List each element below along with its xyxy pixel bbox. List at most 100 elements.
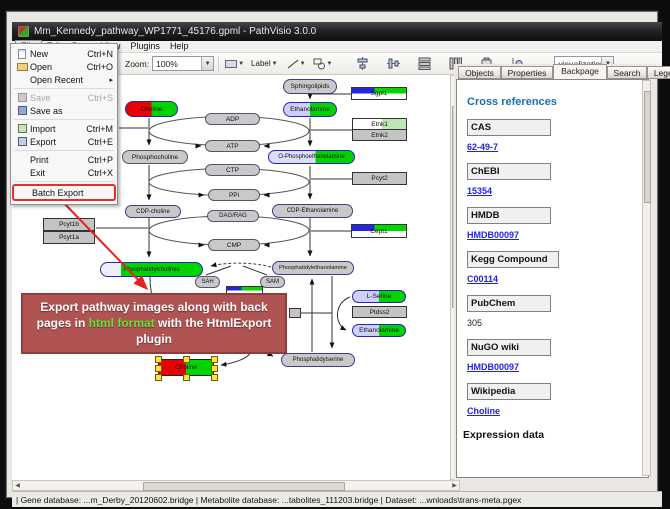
section-header: ChEBI (467, 163, 551, 180)
line-icon (287, 58, 299, 70)
node-phosphatidylethanolamine[interactable]: Phosphatidylethanolamine (272, 261, 354, 275)
scrollbar-thumb[interactable] (644, 91, 651, 203)
section-header: CAS (467, 119, 551, 136)
panel-scrollbar[interactable] (642, 80, 651, 476)
tab-objects[interactable]: Objects (458, 66, 501, 79)
save-icon (18, 93, 27, 102)
align-middle-icon (387, 57, 400, 70)
align-middle-button[interactable] (383, 54, 403, 74)
selection-handle[interactable] (183, 356, 190, 363)
node-sam[interactable]: SAM (260, 276, 285, 288)
expression-data-heading: Expression data (463, 429, 648, 441)
menu-item-open-recent[interactable]: Open Recent ▸ (12, 73, 116, 86)
selection-handle[interactable] (211, 365, 218, 372)
backpage-section-nugo: NuGO wiki HMDB00097 (467, 339, 648, 372)
menu-plugins[interactable]: Plugins (125, 41, 165, 52)
cross-reference-link[interactable]: Choline (467, 406, 648, 416)
node-cmp[interactable]: CMP (208, 239, 260, 251)
node-sphingolipids[interactable]: Sphingolipids (283, 79, 337, 94)
node-dag[interactable]: DAG/RAG (207, 210, 259, 222)
tab-search[interactable]: Search (607, 66, 647, 79)
backpage-section-pubchem: PubChem 305 (467, 295, 648, 328)
label-tool-button[interactable]: Label ▼ (250, 54, 279, 74)
selection-handle[interactable] (155, 374, 162, 381)
gene-box-partial[interactable] (289, 308, 301, 318)
import-icon (18, 124, 27, 133)
scrollbar-thumb[interactable] (143, 482, 345, 491)
cross-reference-link[interactable]: 15354 (467, 186, 648, 196)
datanode-tool-button[interactable]: ▼ (224, 54, 245, 74)
menu-item-exit[interactable]: Exit Ctrl+X (12, 166, 116, 179)
node-phosphatidylcholines[interactable]: Phosphatidylcholines (100, 262, 203, 277)
node-choline[interactable]: Choline (125, 101, 178, 117)
backpage-panel: Cross references CAS 62-49-7 ChEBI 15354… (456, 79, 649, 478)
menu-item-batch-export[interactable]: Batch Export (14, 186, 114, 199)
node-o-phosphoethanolamine[interactable]: O-Phosphoethanolamine (268, 150, 355, 164)
gene-etnk2[interactable]: Etnk2 (352, 129, 407, 141)
menu-help[interactable]: Help (165, 41, 194, 52)
open-folder-icon (17, 63, 28, 71)
zoom-label: Zoom: (125, 59, 149, 69)
node-phosphocholine[interactable]: Phosphocholine (122, 150, 188, 164)
stack-rows-icon (418, 57, 431, 70)
gene-pcyt2[interactable]: Pcyt2 (352, 172, 407, 185)
cross-reference-link[interactable]: HMDB00097 (467, 362, 648, 372)
node-cdp-ethanolamine[interactable]: CDP-Ethanolamine (272, 204, 353, 218)
node-cdp-choline[interactable]: CDP-choline (125, 205, 181, 218)
backpage-section-kegg: Kegg Compound C00114 (467, 251, 648, 284)
tab-properties[interactable]: Properties (501, 66, 553, 79)
scroll-right-icon[interactable]: ▶ (450, 482, 459, 491)
chevron-down-icon: ▼ (327, 61, 333, 67)
node-atp[interactable]: ATP (205, 140, 260, 152)
line-tool-button[interactable]: ▼ (286, 54, 307, 74)
zoom-value: 100% (153, 59, 201, 69)
gene-sgpl1[interactable]: Sgpl1 (351, 87, 407, 100)
node-sah[interactable]: SAH (195, 276, 220, 288)
gene-ptdss2[interactable]: Ptdss2 (352, 306, 407, 318)
backpage-section-hmdb: HMDB HMDB00097 (467, 207, 648, 240)
scroll-left-icon[interactable]: ◀ (13, 482, 22, 491)
align-center-button[interactable] (352, 54, 372, 74)
node-l-serine[interactable]: L-Serine (352, 290, 406, 303)
title-bar[interactable]: Mm_Kennedy_pathway_WP1771_45176.gpml - P… (12, 22, 662, 41)
shape-tool-button[interactable]: ▼ (312, 54, 334, 74)
selection-handle[interactable] (155, 356, 162, 363)
pathvisio-app-icon (18, 26, 29, 37)
canvas-horizontal-scrollbar[interactable]: ◀ ▶ (12, 480, 460, 491)
gene-pcyt1b[interactable]: Pcyt1b (43, 218, 95, 231)
export-icon (18, 137, 27, 146)
node-phosphatidylserine[interactable]: Phosphatidylserine (281, 353, 355, 367)
menu-item-import[interactable]: Import Ctrl+M (12, 122, 116, 135)
gene-pcyt1a[interactable]: Pcyt1a (43, 231, 95, 244)
label-tool-text: Label (251, 59, 271, 68)
zoom-combobox[interactable]: 100% ▼ (152, 56, 214, 71)
selection-handle[interactable] (211, 356, 218, 363)
tab-legend[interactable]: Legend (647, 66, 670, 79)
menu-item-save-as[interactable]: Save as (12, 104, 116, 117)
status-text: | Gene database: ...m_Derby_20120602.bri… (16, 495, 521, 505)
menu-item-export[interactable]: Export Ctrl+E (12, 135, 116, 148)
chevron-down-icon[interactable]: ▼ (201, 57, 213, 70)
backpage-section-chebi: ChEBI 15354 (467, 163, 648, 196)
cross-reference-link[interactable]: 62-49-7 (467, 142, 648, 152)
selection-handle[interactable] (155, 365, 162, 372)
submenu-arrow-icon: ▸ (109, 76, 113, 84)
node-ctp[interactable]: CTP (205, 164, 260, 176)
cross-reference-link[interactable]: C00114 (467, 274, 648, 284)
annotation-highlight-text: html format (89, 316, 155, 330)
selection-handle[interactable] (211, 374, 218, 381)
selection-handle[interactable] (183, 374, 190, 381)
menu-item-save[interactable]: Save Ctrl+S (12, 91, 116, 104)
tab-backpage[interactable]: Backpage (553, 64, 607, 79)
distribute-rows-button[interactable] (414, 54, 434, 74)
node-ppi[interactable]: PPi (208, 189, 260, 201)
node-ethanolamine-bottom[interactable]: Ethanolamine (352, 324, 406, 337)
node-ethanolamine[interactable]: Ethanolamine (283, 102, 337, 117)
menu-item-new[interactable]: New Ctrl+N (12, 47, 116, 60)
node-adp[interactable]: ADP (205, 113, 260, 125)
menu-item-print[interactable]: Print Ctrl+P (12, 153, 116, 166)
menu-item-open[interactable]: Open Ctrl+O (12, 60, 116, 73)
gene-cept1[interactable]: Cept1 (351, 224, 407, 238)
cross-reference-link[interactable]: HMDB00097 (467, 230, 648, 240)
shape-icon (313, 58, 326, 70)
